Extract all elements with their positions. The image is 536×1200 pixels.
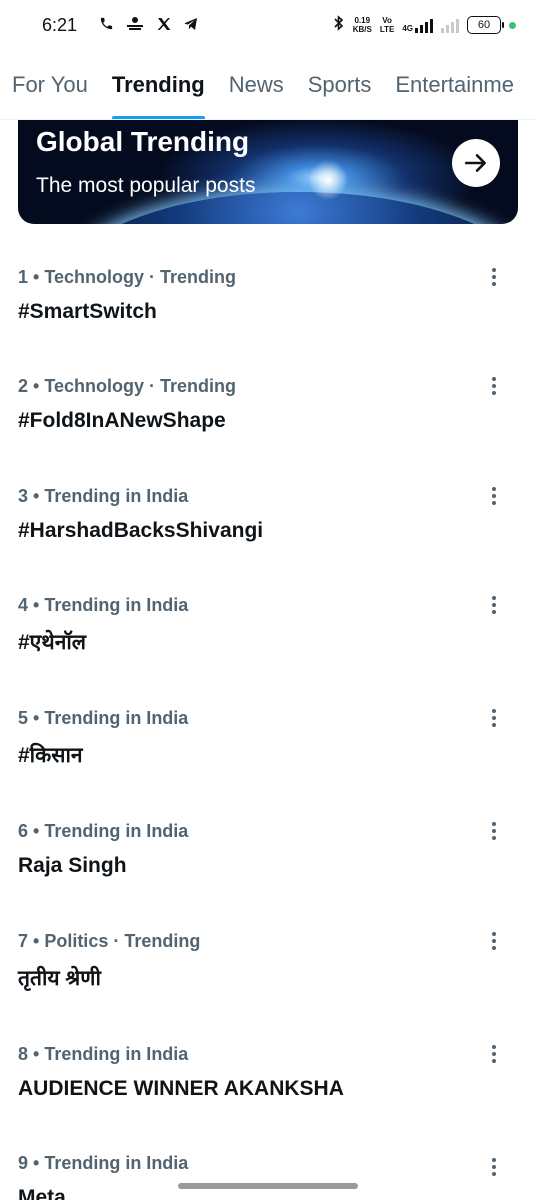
arrow-right-button[interactable]	[452, 139, 500, 187]
trend-meta: 9 • Trending in India	[18, 1153, 189, 1173]
x-logo-icon	[156, 16, 172, 35]
explore-tabs: For You Trending News Sports Entertainme	[0, 50, 536, 120]
trend-meta: 4 • Trending in India	[18, 595, 189, 615]
trend-meta: 5 • Trending in India	[18, 708, 189, 728]
more-options-icon[interactable]	[484, 482, 504, 510]
banner-title: Global Trending	[36, 126, 250, 157]
more-options-icon[interactable]	[484, 927, 504, 955]
tab-sports[interactable]: Sports	[308, 50, 372, 119]
trend-item[interactable]: 6 • Trending in India Raja Singh	[0, 821, 536, 931]
home-indicator[interactable]	[178, 1183, 358, 1189]
trend-name[interactable]: #एथेनॉल	[18, 628, 86, 656]
tab-trending[interactable]: Trending	[111, 50, 205, 119]
more-options-icon[interactable]	[484, 263, 504, 291]
banner-subtitle: The most popular posts	[36, 174, 256, 197]
privacy-indicator-dot	[509, 21, 516, 29]
trend-meta: 8 • Trending in India	[18, 1044, 189, 1064]
more-options-icon[interactable]	[484, 817, 504, 845]
battery-icon: 60	[467, 16, 504, 34]
net-speed: 0.19 KB/S	[352, 16, 372, 34]
trend-meta: 3 • Trending in India	[18, 486, 189, 506]
telegram-icon	[183, 16, 199, 35]
trend-item[interactable]: 9 • Trending in India Meta	[0, 1153, 536, 1200]
sun-flare	[308, 160, 348, 200]
news-app-icon	[125, 16, 145, 34]
trend-name[interactable]: #किसान	[18, 741, 83, 769]
more-options-icon[interactable]	[484, 1153, 504, 1181]
volte-indicator: Vo LTE	[379, 16, 395, 34]
trend-name[interactable]: AUDIENCE WINNER AKANKSHA	[18, 1077, 344, 1101]
more-options-icon[interactable]	[484, 704, 504, 732]
trend-name[interactable]: तृतीय श्रेणी	[18, 964, 101, 992]
trend-name[interactable]: #Fold8InANewShape	[18, 409, 226, 433]
trend-item[interactable]: 5 • Trending in India #किसान	[0, 708, 536, 818]
tab-news[interactable]: News	[229, 50, 284, 119]
trend-item[interactable]: 8 • Trending in India AUDIENCE WINNER AK…	[0, 1044, 536, 1154]
trend-item[interactable]: 3 • Trending in India #HarshadBacksShiva…	[0, 486, 536, 596]
trend-item[interactable]: 1 • Technology · Trending #SmartSwitch	[0, 267, 536, 377]
arrow-right-icon	[464, 154, 486, 172]
trend-meta: 1 • Technology · Trending	[18, 267, 236, 287]
trend-name[interactable]: Raja Singh	[18, 854, 127, 878]
tab-for-you[interactable]: For You	[12, 50, 88, 119]
more-options-icon[interactable]	[484, 1040, 504, 1068]
more-options-icon[interactable]	[484, 591, 504, 619]
signal-strength-sim2-icon	[441, 17, 459, 33]
trend-name[interactable]: Meta	[18, 1186, 66, 1200]
trend-meta: 6 • Trending in India	[18, 821, 189, 841]
global-trending-banner[interactable]: Global Trending The most popular posts	[18, 120, 518, 224]
trend-meta: 2 • Technology · Trending	[18, 376, 236, 396]
phone-icon	[99, 16, 114, 34]
notification-icons	[99, 16, 199, 35]
signal-strength-icon	[415, 17, 433, 33]
more-options-icon[interactable]	[484, 372, 504, 400]
status-bar: 6:21 0.19 KB/S Vo LTE 4G 60	[0, 0, 536, 50]
trend-item[interactable]: 7 • Politics · Trending तृतीय श्रेणी	[0, 931, 536, 1041]
trend-name[interactable]: #HarshadBacksShivangi	[18, 519, 263, 543]
status-time: 6:21	[42, 14, 78, 35]
signal-4g: 4G	[402, 17, 433, 33]
trend-name[interactable]: #SmartSwitch	[18, 300, 157, 324]
trend-item[interactable]: 2 • Technology · Trending #Fold8InANewSh…	[0, 376, 536, 486]
trend-meta: 7 • Politics · Trending	[18, 931, 201, 951]
trend-item[interactable]: 4 • Trending in India #एथेनॉल	[0, 595, 536, 705]
system-indicators: 0.19 KB/S Vo LTE 4G 60	[333, 14, 516, 36]
tab-entertainment[interactable]: Entertainme	[395, 50, 514, 119]
bluetooth-icon	[333, 14, 345, 36]
